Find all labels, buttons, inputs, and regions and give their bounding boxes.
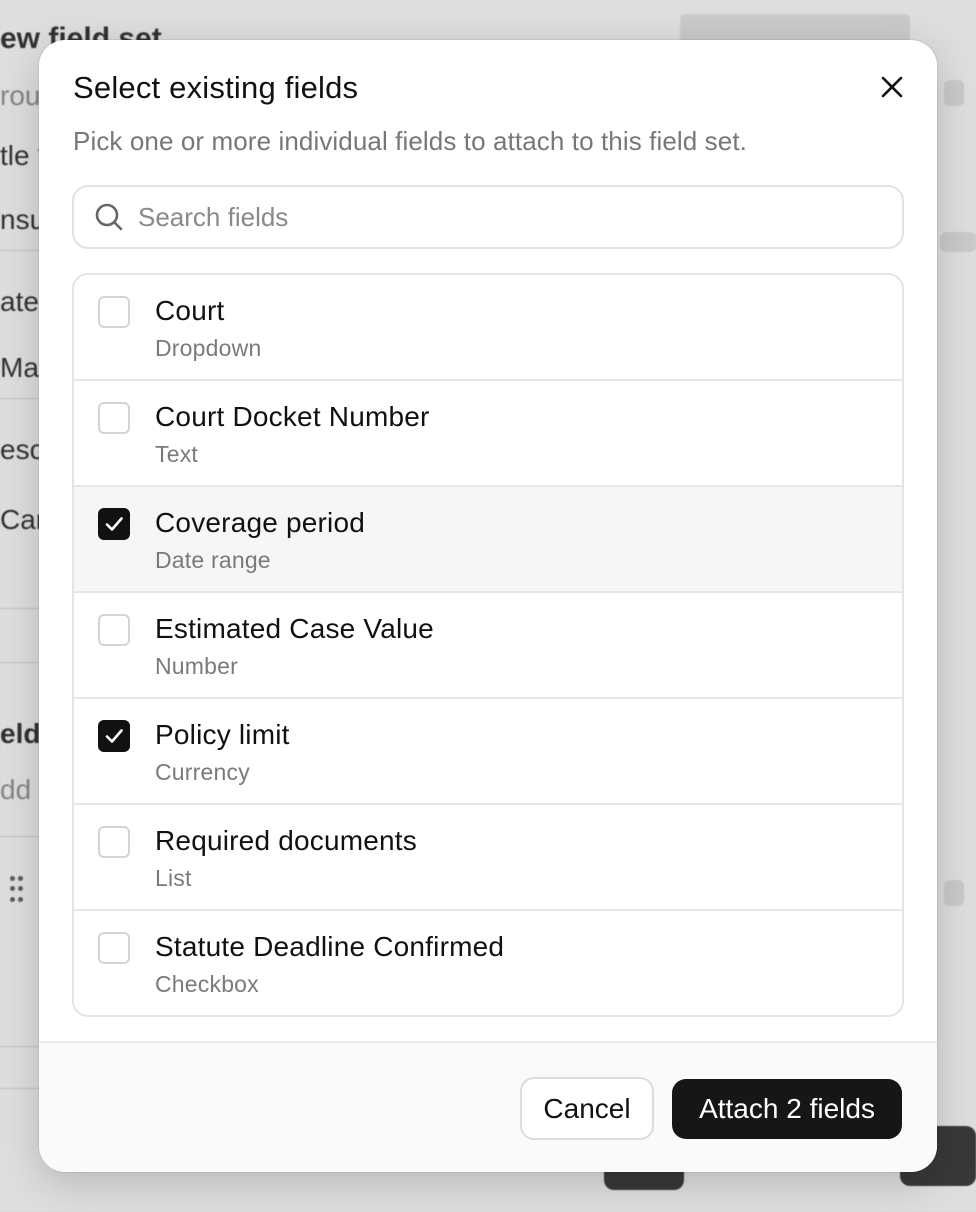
field-name: Estimated Case Value — [155, 613, 434, 644]
field-type: List — [155, 865, 192, 891]
field-type: Dropdown — [155, 335, 262, 361]
search-icon — [95, 203, 123, 231]
dialog-title: Select existing fields — [73, 70, 359, 105]
field-checkbox[interactable] — [98, 932, 130, 964]
field-row[interactable]: Court Docket Number Text — [74, 381, 902, 487]
field-checkbox[interactable] — [98, 614, 130, 646]
search-box[interactable] — [72, 185, 904, 249]
field-checkbox[interactable] — [98, 720, 130, 752]
field-type: Checkbox — [155, 971, 259, 997]
field-name: Coverage period — [155, 507, 366, 538]
field-row[interactable]: Coverage period Date range — [74, 487, 902, 593]
field-checkbox[interactable] — [98, 402, 130, 434]
field-name: Court Docket Number — [155, 401, 430, 432]
check-icon — [105, 729, 123, 743]
field-row[interactable]: Court Dropdown — [74, 275, 902, 381]
field-row[interactable]: Required documents List — [74, 805, 902, 911]
field-type: Number — [155, 653, 239, 679]
field-name: Statute Deadline Confirmed — [155, 931, 505, 962]
attach-fields-button[interactable]: Attach 2 fields — [672, 1079, 902, 1139]
field-type: Text — [155, 441, 198, 467]
field-row[interactable]: Statute Deadline Confirmed Checkbox — [74, 911, 902, 1015]
field-type: Currency — [155, 759, 250, 785]
close-icon — [881, 76, 903, 98]
field-name: Policy limit — [155, 719, 290, 750]
field-checkbox[interactable] — [98, 508, 130, 540]
field-row[interactable]: Policy limit Currency — [74, 699, 902, 805]
cancel-button[interactable]: Cancel — [520, 1077, 654, 1140]
dialog-subtitle: Pick one or more individual fields to at… — [73, 126, 747, 156]
field-checkbox[interactable] — [98, 296, 130, 328]
field-list: Court Dropdown Court Docket Number Text Cove… — [72, 273, 904, 1017]
field-name: Court — [155, 295, 225, 326]
dialog-footer: Cancel Attach 2 fields — [39, 1041, 937, 1172]
check-icon — [105, 517, 123, 531]
field-checkbox[interactable] — [98, 826, 130, 858]
close-button[interactable] — [875, 70, 909, 104]
field-type: Date range — [155, 547, 271, 573]
field-name: Required documents — [155, 825, 417, 856]
field-row[interactable]: Estimated Case Value Number — [74, 593, 902, 699]
search-input[interactable] — [138, 201, 838, 233]
select-fields-dialog: Select existing fields Pick one or more … — [39, 40, 937, 1172]
